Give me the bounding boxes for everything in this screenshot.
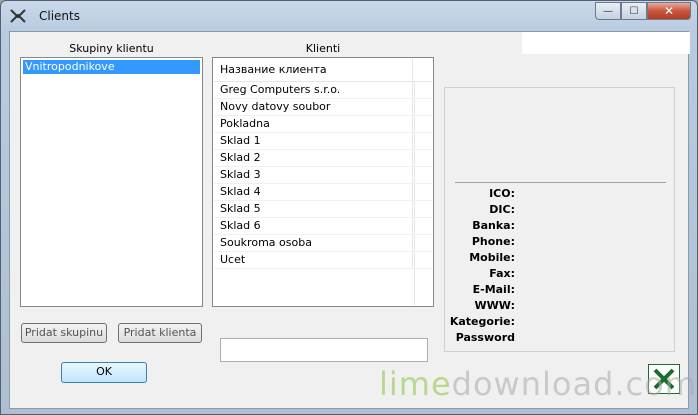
- window-title: Clients: [39, 9, 80, 23]
- table-row[interactable]: Novy datovy soubor: [214, 99, 432, 116]
- maximize-button[interactable]: ☐: [621, 2, 647, 20]
- table-row[interactable]: Sklad 2: [214, 150, 432, 167]
- groups-listbox[interactable]: Vnitropodnikove: [20, 57, 203, 307]
- fax-label: Fax:: [489, 267, 515, 280]
- clients-header: Klienti: [305, 42, 341, 55]
- clients-listview[interactable]: Название клиента Greg Computers s.r.o. N…: [212, 57, 434, 307]
- detail-field-labels: ICO: DIC: Banka: Phone: Mobile: Fax: E-M…: [445, 186, 515, 346]
- client-name: Ucet: [214, 252, 413, 268]
- mobile-label: Mobile:: [469, 251, 515, 264]
- group-item-selected[interactable]: Vnitropodnikove: [23, 60, 200, 74]
- table-row[interactable]: Pokladna: [214, 116, 432, 133]
- table-row[interactable]: Sklad 1: [214, 133, 432, 150]
- ok-button[interactable]: OK: [61, 362, 147, 383]
- category-label: Kategorie:: [449, 315, 515, 328]
- client-name: Sklad 3: [214, 167, 413, 183]
- detail-separator: [455, 182, 666, 183]
- table-row[interactable]: Sklad 3: [214, 167, 432, 184]
- table-row[interactable]: Sklad 4: [214, 184, 432, 201]
- www-label: WWW:: [474, 299, 515, 312]
- client-name: Novy datovy soubor: [214, 99, 413, 115]
- watermark-rest: download.com: [451, 365, 697, 403]
- close-button[interactable]: ✕: [647, 2, 691, 20]
- column-header-name[interactable]: Название клиента: [214, 59, 413, 81]
- client-rows: Greg Computers s.r.o. Novy datovy soubor…: [214, 82, 432, 269]
- client-name: Sklad 5: [214, 201, 413, 217]
- app-icon: [10, 9, 26, 23]
- add-client-button[interactable]: Pridat klienta: [118, 323, 202, 343]
- minimize-button[interactable]: —: [595, 2, 621, 20]
- client-name: Sklad 6: [214, 218, 413, 234]
- ico-label: ICO:: [489, 187, 515, 200]
- window-client-area: Skupiny klientu Vnitropodnikove Klienti …: [9, 31, 690, 409]
- caption-buttons: — ☐ ✕: [595, 2, 691, 21]
- table-row[interactable]: Greg Computers s.r.o.: [214, 82, 432, 99]
- dic-label: DIC:: [489, 203, 515, 216]
- table-row[interactable]: Soukroma osoba: [214, 235, 432, 252]
- search-input[interactable]: [220, 338, 428, 362]
- client-name: Pokladna: [214, 116, 413, 132]
- phone-label: Phone:: [471, 235, 515, 248]
- table-row[interactable]: Ucet: [214, 252, 432, 269]
- watermark: limedownload.com: [379, 365, 697, 403]
- table-row[interactable]: Sklad 5: [214, 201, 432, 218]
- watermark-lime: lime: [379, 365, 452, 403]
- clients-window: Clients — ☐ ✕ Skupiny klientu Vnitropodn…: [0, 0, 698, 415]
- email-label: E-Mail:: [472, 283, 515, 296]
- client-name: Sklad 1: [214, 133, 413, 149]
- table-row[interactable]: Sklad 6: [214, 218, 432, 235]
- client-detail-panel: ICO: DIC: Banka: Phone: Mobile: Fax: E-M…: [444, 87, 675, 352]
- client-name: Sklad 2: [214, 150, 413, 166]
- groups-header: Skupiny klientu: [69, 42, 154, 55]
- client-name: Soukroma osoba: [214, 235, 413, 251]
- top-right-blank: [522, 32, 690, 54]
- password-label: Password: [455, 331, 515, 344]
- column-header[interactable]: Название клиента: [214, 59, 432, 82]
- bank-label: Banka:: [472, 219, 515, 232]
- title-bar[interactable]: Clients — ☐ ✕: [1, 1, 697, 31]
- add-group-button[interactable]: Pridat skupinu: [21, 323, 107, 343]
- client-name: Sklad 4: [214, 184, 413, 200]
- client-name: Greg Computers s.r.o.: [214, 82, 413, 98]
